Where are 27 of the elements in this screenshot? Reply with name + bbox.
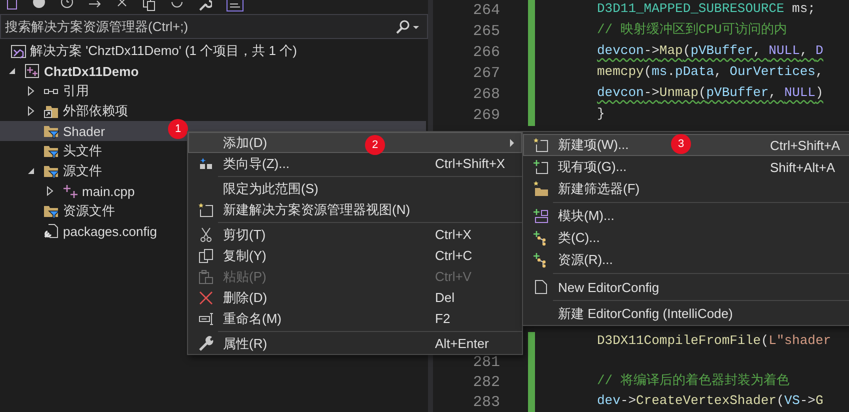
code-line: }	[597, 106, 605, 123]
code-line: D3DX11CompileFromFile(L"shader	[597, 332, 832, 350]
line-number: 281	[472, 354, 500, 370]
code-line: D3D11_MAPPED_SUBRESOURCE ms;	[597, 1, 816, 18]
shortcut-text: Shift+Alt+A	[770, 160, 836, 174]
shortcut-text: Del	[435, 290, 455, 305]
shortcut-text: Ctrl+Shift+A	[770, 138, 840, 152]
line-number: 269	[472, 107, 500, 124]
code-line: devcon->Unmap(pVBuffer, NULL)	[597, 85, 824, 102]
line-number: 267	[472, 65, 500, 82]
line-number: 283	[472, 394, 500, 410]
code-line: devcon->Map(pVBuffer, NULL, D	[597, 43, 824, 60]
shortcut-text: Alt+Enter	[435, 336, 489, 351]
code-line: memcpy(ms.pData, OurVertices,	[597, 64, 824, 81]
shortcut-text: Ctrl+C	[435, 248, 472, 263]
line-number: 265	[472, 23, 500, 40]
shortcut-text: Ctrl+X	[435, 227, 472, 242]
line-number: 282	[472, 374, 500, 390]
code-line: // 映射缓冲区到CPU可访问的内	[597, 22, 787, 39]
shortcut-text: Ctrl+V	[435, 269, 472, 284]
shortcut-text: Ctrl+Shift+X	[435, 156, 506, 171]
line-number: 266	[472, 44, 500, 61]
code-line: // 将编译后的着色器封装为着色	[597, 372, 790, 390]
shortcut-text: F2	[435, 311, 450, 326]
code-line: dev->CreateVertexShader(VS->G	[597, 392, 824, 410]
line-number: 268	[472, 86, 500, 103]
line-number: 264	[472, 2, 500, 19]
